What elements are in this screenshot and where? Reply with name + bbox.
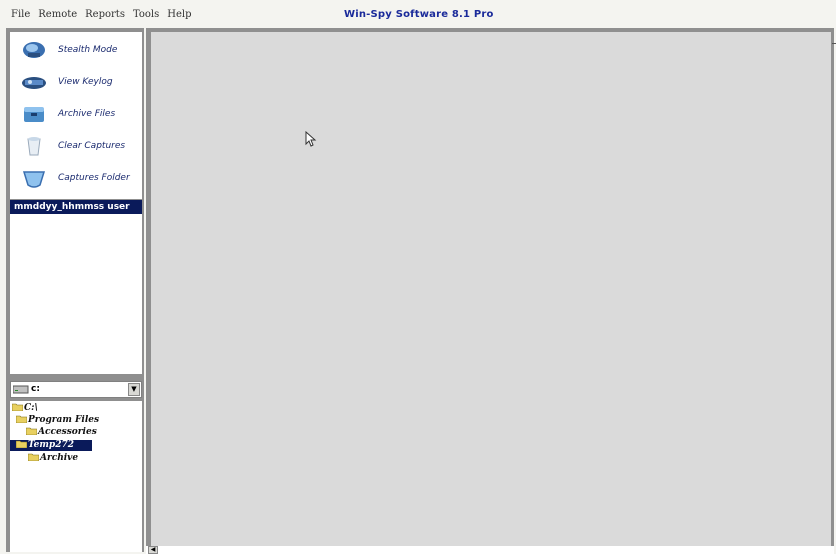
view-keylog-button[interactable]: View Keylog <box>10 68 142 96</box>
view-keylog-label: View Keylog <box>58 77 113 87</box>
archive-files-label: Archive Files <box>58 109 116 119</box>
clear-captures-button[interactable]: Clear Captures <box>10 132 142 160</box>
capture-item-selected[interactable]: mmddyy_hhmmss user <box>10 200 142 214</box>
capture-list[interactable]: mmddyy_hhmmss user <box>10 200 142 374</box>
keylog-icon <box>22 77 46 89</box>
dropdown-arrow-icon[interactable]: ▼ <box>128 383 140 396</box>
divider <box>832 43 836 44</box>
folder-open-icon <box>16 440 27 448</box>
tree-node-temp272[interactable]: Temp272 <box>10 440 92 451</box>
menu-bar: File Remote Reports Tools Help Win-Spy S… <box>0 0 836 28</box>
tree-node-label: C:\ <box>24 403 38 413</box>
folder-open-icon <box>16 415 27 423</box>
clear-captures-label: Clear Captures <box>58 141 126 151</box>
stealth-mode-label: Stealth Mode <box>58 45 118 55</box>
capture-viewer[interactable] <box>151 32 831 546</box>
menu-items: File Remote Reports Tools Help <box>11 9 199 20</box>
archive-files-icon <box>24 107 44 122</box>
clear-captures-icon <box>27 137 41 156</box>
horizontal-scrollbar[interactable] <box>146 546 834 554</box>
tree-node-label: Archive <box>40 453 79 463</box>
tree-node-program-files[interactable]: Program Files <box>16 415 99 426</box>
tree-node-archive[interactable]: Archive <box>28 453 78 464</box>
archive-files-button[interactable]: Archive Files <box>10 100 142 128</box>
scroll-left-arrow-icon[interactable]: ◀ <box>148 546 158 554</box>
drive-value: c: <box>31 384 40 394</box>
app-title: Win-Spy Software 8.1 Pro <box>344 9 494 20</box>
menu-remote[interactable]: Remote <box>38 9 77 20</box>
folder-tree[interactable]: C:\ Program Files Accessories Temp272 Ar… <box>10 401 142 552</box>
drive-select[interactable]: c: ▼ <box>10 381 142 398</box>
mouse-pointer-icon <box>305 131 317 147</box>
stealth-mode-button[interactable]: Stealth Mode <box>10 36 142 64</box>
tree-node-label: Temp272 <box>28 440 74 450</box>
captures-folder-button[interactable]: Captures Folder <box>10 164 142 192</box>
menu-help[interactable]: Help <box>167 9 191 20</box>
menu-reports[interactable]: Reports <box>85 9 125 20</box>
menu-file[interactable]: File <box>11 9 30 20</box>
folder-open-icon <box>26 427 37 435</box>
menu-tools[interactable]: Tools <box>133 9 159 20</box>
drive-icon <box>13 385 29 394</box>
tree-node-root[interactable]: C:\ <box>12 403 38 414</box>
captures-folder-icon <box>22 171 46 188</box>
tool-list: Stealth Mode View Keylog Archive Files C… <box>10 32 142 199</box>
tree-node-label: Accessories <box>38 427 97 437</box>
folder-closed-icon <box>28 453 39 461</box>
folder-open-icon <box>12 403 23 411</box>
tree-node-accessories[interactable]: Accessories <box>26 427 97 438</box>
captures-folder-label: Captures Folder <box>58 173 130 183</box>
tree-node-label: Program Files <box>28 415 100 425</box>
stealth-mode-icon <box>23 42 45 58</box>
